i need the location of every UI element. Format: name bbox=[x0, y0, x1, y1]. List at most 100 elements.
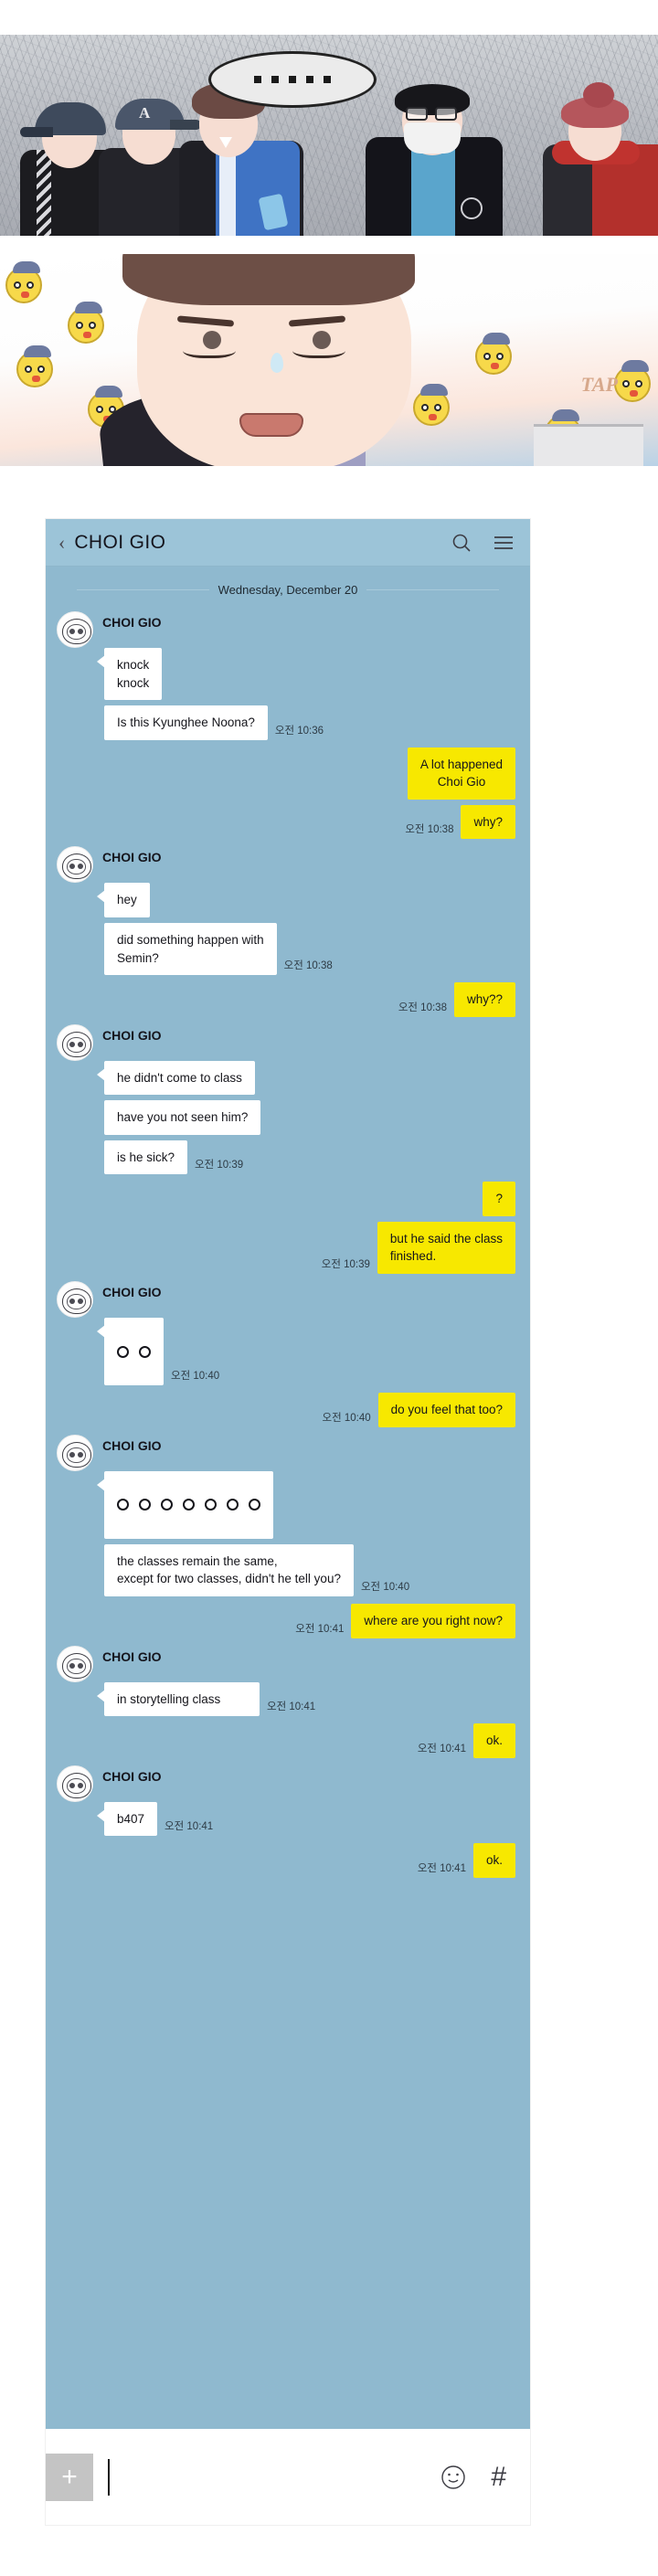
message-group: CHOI GIO the classes remain the same, ex… bbox=[46, 1434, 530, 1596]
comic-panel-closeup: TAP bbox=[0, 254, 658, 466]
message-timestamp: 오전 10:41 bbox=[267, 1701, 316, 1713]
student-red-coat bbox=[537, 82, 658, 236]
avatar[interactable] bbox=[57, 1765, 93, 1802]
cap-letter: A bbox=[139, 104, 151, 122]
message-bubble[interactable]: hey bbox=[97, 883, 150, 917]
message-bubble[interactable]: he didn't come to class bbox=[97, 1060, 255, 1096]
message-input-bar: + # bbox=[46, 2429, 530, 2525]
message-group: 오전 10:38 why?? bbox=[46, 982, 530, 1017]
message-row: 오전 10:39 but he said the class finished. bbox=[104, 1221, 515, 1274]
dot-4 bbox=[306, 76, 313, 83]
message-bubble[interactable]: ? bbox=[483, 1182, 515, 1216]
message-timestamp: 오전 10:40 bbox=[322, 1412, 371, 1424]
student-masked bbox=[366, 84, 503, 236]
dot-2 bbox=[271, 76, 279, 83]
circle-glyph bbox=[139, 1345, 151, 1358]
message-timestamp: 오전 10:38 bbox=[398, 1002, 447, 1013]
message-row: 오전 10:40 do you feel that too? bbox=[104, 1393, 515, 1427]
message-bubble[interactable]: why?? bbox=[453, 982, 515, 1017]
message-bubble[interactable]: but he said the class finished. bbox=[377, 1221, 515, 1274]
message-group: 오전 10:40 do you feel that too? bbox=[46, 1393, 530, 1427]
chevron-left-icon[interactable]: ‹ bbox=[58, 532, 65, 553]
message-timestamp: 오전 10:41 bbox=[164, 1821, 214, 1833]
message-group: 오전 10:41 ok. bbox=[46, 1723, 530, 1758]
message-bubble[interactable] bbox=[97, 1470, 273, 1539]
message-bubble[interactable]: Is this Kyunghee Noona? bbox=[104, 705, 268, 740]
message-bubble[interactable]: where are you right now? bbox=[351, 1603, 515, 1638]
message-row: ? bbox=[104, 1182, 515, 1216]
message-bubble[interactable]: in storytelling class bbox=[97, 1681, 260, 1717]
sender-name: CHOI GIO bbox=[102, 1648, 162, 1664]
avatar[interactable] bbox=[57, 611, 93, 648]
message-group: CHOI GIO b407 오전 10:41 bbox=[46, 1765, 530, 1837]
message-bubble[interactable]: have you not seen him? bbox=[104, 1100, 261, 1135]
message-timestamp: 오전 10:38 bbox=[405, 824, 454, 836]
avatar[interactable] bbox=[57, 846, 93, 884]
message-bubble[interactable] bbox=[97, 1318, 164, 1386]
message-group: 오전 10:41 ok. bbox=[46, 1843, 530, 1878]
message-bubble[interactable]: b407 bbox=[96, 1801, 158, 1837]
message-row: knock knock bbox=[96, 648, 519, 701]
sender-name: CHOI GIO bbox=[102, 1437, 162, 1453]
circle-glyph-row bbox=[117, 1344, 151, 1360]
message-row: 오전 10:38 why? bbox=[104, 804, 515, 840]
avatar[interactable] bbox=[57, 1281, 93, 1318]
circle-glyph-row bbox=[117, 1497, 260, 1512]
message-bubble[interactable]: ok. bbox=[472, 1723, 515, 1758]
comic-panel-students: A bbox=[0, 35, 658, 236]
chat-message-list[interactable]: Wednesday, December 20 CHOI GIO knock kn… bbox=[46, 567, 530, 2476]
message-bubble[interactable]: is he sick? bbox=[104, 1140, 188, 1175]
dot-5 bbox=[324, 76, 331, 83]
circle-glyph bbox=[249, 1499, 260, 1511]
speech-bubble-dots bbox=[208, 51, 377, 108]
circle-glyph bbox=[161, 1499, 173, 1511]
message-row: 오전 10:40 bbox=[97, 1318, 519, 1386]
plus-icon[interactable]: + bbox=[46, 2453, 93, 2501]
message-row: hey bbox=[97, 883, 519, 917]
sender-name: CHOI GIO bbox=[102, 1768, 162, 1784]
message-row: Is this Kyunghee Noona? 오전 10:36 bbox=[104, 705, 519, 740]
message-bubble[interactable]: do you feel that too? bbox=[377, 1393, 515, 1427]
message-group: CHOI GIO knock knock Is this Kyunghee No… bbox=[46, 611, 530, 740]
sender-name: CHOI GIO bbox=[102, 850, 162, 865]
chick-icon-3 bbox=[16, 345, 53, 387]
message-timestamp: 오전 10:41 bbox=[417, 1862, 466, 1874]
message-row: A lot happened Choi Gio bbox=[104, 747, 515, 800]
message-group: CHOI GIO in storytelling class 오전 10:41 bbox=[46, 1645, 530, 1717]
avatar[interactable] bbox=[57, 1434, 93, 1471]
message-row: have you not seen him? bbox=[104, 1100, 519, 1135]
message-bubble[interactable]: did something happen with Semin? bbox=[104, 922, 277, 976]
circle-glyph bbox=[117, 1499, 129, 1511]
message-timestamp: 오전 10:39 bbox=[195, 1160, 244, 1171]
message-row: in storytelling class 오전 10:41 bbox=[97, 1681, 519, 1717]
chick-icon-6 bbox=[614, 360, 651, 402]
sweat-drop-icon bbox=[271, 353, 283, 373]
message-group: ? 오전 10:39 but he said the class finishe… bbox=[46, 1182, 530, 1274]
text-cursor[interactable] bbox=[108, 2458, 110, 2496]
message-bubble[interactable]: the classes remain the same, except for … bbox=[104, 1543, 354, 1596]
date-separator-label: Wednesday, December 20 bbox=[218, 583, 358, 597]
chick-icon-7 bbox=[413, 384, 450, 426]
message-bubble[interactable]: A lot happened Choi Gio bbox=[407, 747, 515, 800]
dot-1 bbox=[254, 76, 261, 83]
hamburger-menu-icon[interactable] bbox=[490, 529, 517, 557]
hash-icon[interactable]: # bbox=[491, 2463, 506, 2491]
message-group: 오전 10:41 where are you right now? bbox=[46, 1603, 530, 1638]
message-row: 오전 10:38 why?? bbox=[104, 982, 515, 1017]
search-icon[interactable] bbox=[448, 529, 475, 557]
message-bubble[interactable]: why? bbox=[461, 804, 515, 840]
message-row: is he sick? 오전 10:39 bbox=[104, 1140, 519, 1175]
student-blue-jacket bbox=[174, 82, 309, 236]
smiley-face-icon[interactable] bbox=[438, 2462, 469, 2493]
sender-name: CHOI GIO bbox=[102, 615, 162, 630]
circle-glyph bbox=[205, 1499, 217, 1511]
message-timestamp: 오전 10:39 bbox=[321, 1259, 370, 1270]
circle-glyph bbox=[117, 1345, 129, 1358]
message-row: 오전 10:41 ok. bbox=[104, 1723, 515, 1758]
avatar[interactable] bbox=[57, 1645, 93, 1682]
message-bubble[interactable]: knock knock bbox=[96, 648, 163, 701]
message-bubble[interactable]: ok. bbox=[472, 1843, 515, 1878]
message-timestamp: 오전 10:38 bbox=[283, 960, 333, 972]
laptop-prop bbox=[534, 424, 643, 466]
avatar[interactable] bbox=[57, 1023, 93, 1061]
